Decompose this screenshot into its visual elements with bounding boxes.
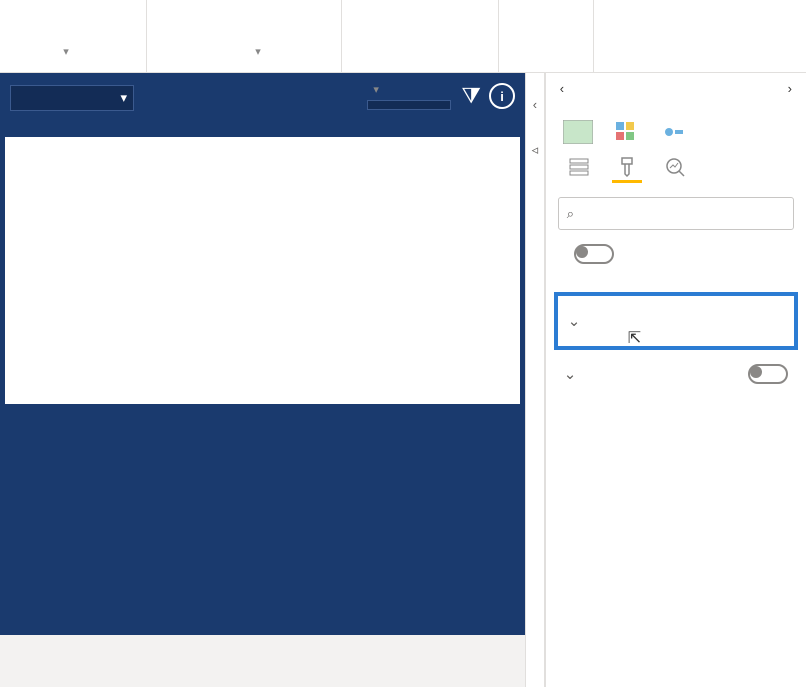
funnel-filter-icon[interactable]: ⧩ bbox=[461, 83, 481, 109]
ribbon-group-share bbox=[499, 0, 594, 72]
main: ▾ ▾ ⧩ i bbox=[0, 73, 806, 687]
viz-expand-icon[interactable]: › bbox=[788, 81, 792, 96]
chevron-down-icon: ⌄ bbox=[568, 312, 581, 330]
report-canvas[interactable]: ▾ ▾ ⧩ i bbox=[0, 73, 525, 635]
ribbon-group-insert: ▾ bbox=[147, 0, 342, 72]
analytics-tab[interactable] bbox=[660, 154, 690, 180]
fields-tab[interactable] bbox=[564, 154, 594, 180]
viz-well-row bbox=[546, 108, 806, 150]
info-icon[interactable]: i bbox=[489, 83, 515, 109]
chevron-left-icon[interactable]: ‹ bbox=[533, 97, 537, 112]
tolerance-input[interactable] bbox=[367, 100, 451, 110]
search-input[interactable] bbox=[582, 204, 785, 223]
po-select[interactable]: ▾ bbox=[10, 85, 134, 111]
scatter-chart[interactable] bbox=[5, 137, 520, 404]
report-column: ▾ ▾ ⧩ i bbox=[0, 73, 526, 687]
ribbon: ▾ ▾ bbox=[0, 0, 806, 73]
bookmark-icon[interactable]: ◃ bbox=[532, 142, 539, 158]
search-box[interactable]: ⌕ bbox=[558, 197, 794, 230]
viz-selected-thumb[interactable] bbox=[560, 118, 596, 146]
revert-link[interactable] bbox=[546, 272, 806, 288]
download-as-calendar-section[interactable]: ⌄ ⇱ bbox=[554, 292, 798, 350]
ribbon-group-calc bbox=[342, 0, 499, 72]
title-section[interactable]: ⌄ bbox=[546, 354, 806, 394]
viz-collapse-icon[interactable]: ‹ bbox=[560, 81, 564, 96]
more-visuals-button[interactable]: ▾ bbox=[255, 45, 261, 60]
transform-data-button[interactable]: ▾ bbox=[63, 45, 69, 60]
chevron-down-icon: ▾ bbox=[120, 90, 127, 106]
toggle-switch[interactable] bbox=[574, 244, 614, 264]
format-tab[interactable] bbox=[612, 154, 642, 183]
ribbon-group-queries: ▾ bbox=[0, 0, 147, 72]
visualizations-pane: ‹ › ⌕ ⌄ ⇱ ⌄ bbox=[545, 73, 806, 687]
cursor-icon: ⇱ bbox=[628, 328, 641, 348]
format-tab-row bbox=[546, 150, 806, 191]
tolerance-label: ▾ bbox=[367, 83, 451, 96]
viz-alt-thumb-1[interactable] bbox=[608, 118, 644, 146]
format-toggle-row bbox=[546, 236, 806, 272]
search-icon: ⌕ bbox=[567, 206, 574, 222]
chart-legend bbox=[5, 145, 520, 161]
title-toggle[interactable] bbox=[748, 364, 788, 384]
filters-pane-collapsed[interactable]: ‹ ◃ bbox=[526, 73, 545, 687]
viz-alt-thumb-2[interactable] bbox=[656, 118, 692, 146]
chart-title bbox=[5, 137, 520, 145]
chevron-down-icon: ⌄ bbox=[564, 365, 577, 383]
